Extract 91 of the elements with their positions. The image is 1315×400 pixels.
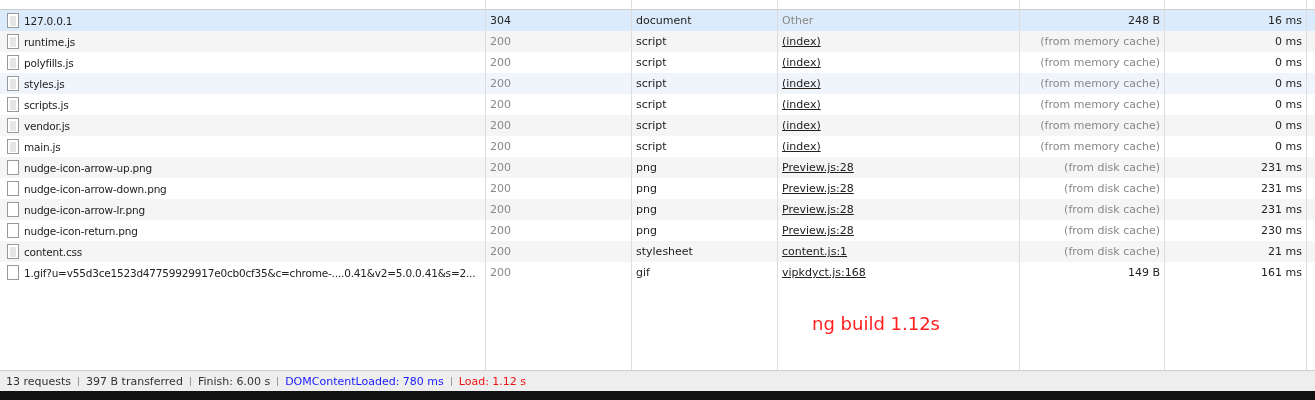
initiator-link[interactable]: (index) <box>782 35 821 48</box>
request-name: polyfills.js <box>24 56 74 69</box>
request-type: script <box>636 77 667 90</box>
request-time: 0 ms <box>1275 56 1302 69</box>
request-size: (from memory cache) <box>1040 56 1160 69</box>
request-name: content.css <box>24 245 83 258</box>
status-code: 200 <box>490 77 511 90</box>
initiator-link[interactable]: (index) <box>782 98 821 111</box>
initiator-link[interactable]: Preview.js:28 <box>782 224 854 237</box>
request-type: document <box>636 14 692 27</box>
request-type: script <box>636 35 667 48</box>
request-type: png <box>636 161 657 174</box>
request-row[interactable]: styles.js 200 script (index) (from memory cache) 0 ms <box>0 73 1315 94</box>
request-time: 0 ms <box>1275 98 1302 111</box>
status-code: 200 <box>490 224 511 237</box>
initiator-link[interactable]: Preview.js:28 <box>782 203 854 216</box>
request-time: 16 ms <box>1268 14 1302 27</box>
status-code: 200 <box>490 245 511 258</box>
request-size: (from disk cache) <box>1064 224 1160 237</box>
request-size: 149 B <box>1127 266 1160 279</box>
status-code: 200 <box>490 203 511 216</box>
request-time: 21 ms <box>1268 245 1302 258</box>
request-row[interactable]: content.css 200 stylesheet content.js:1 (from disk cache) 21 ms <box>0 241 1315 262</box>
status-text: Load: 1.12 s <box>458 374 527 388</box>
request-name: nudge-icon-arrow-lr.png <box>24 203 145 216</box>
request-row[interactable]: runtime.js 200 script (index) (from memory cache) 0 ms <box>0 31 1315 52</box>
request-time: 231 ms <box>1261 203 1302 216</box>
request-row[interactable]: 127.0.0.1 304 document Other 248 B 16 ms <box>0 10 1315 31</box>
request-name: styles.js <box>24 77 65 90</box>
status-code: 200 <box>490 119 511 132</box>
request-type: script <box>636 98 667 111</box>
request-size: (from memory cache) <box>1040 77 1160 90</box>
request-time: 231 ms <box>1261 161 1302 174</box>
request-name: runtime.js <box>24 35 76 48</box>
request-size: (from memory cache) <box>1040 119 1160 132</box>
initiator-link[interactable]: vipkdyct.js:168 <box>782 266 866 279</box>
status-code: 200 <box>490 140 511 153</box>
request-row[interactable]: vendor.js 200 script (index) (from memory cache) 0 ms <box>0 115 1315 136</box>
request-type: png <box>636 224 657 237</box>
request-time: 0 ms <box>1275 140 1302 153</box>
status-code: 304 <box>490 14 511 27</box>
initiator-text: Other <box>782 14 814 27</box>
request-time: 0 ms <box>1275 77 1302 90</box>
request-type: script <box>636 119 667 132</box>
status-text: Finish: 6.00 s <box>197 374 271 388</box>
request-row[interactable]: nudge-icon-arrow-up.png 200 png Preview.js:28 (from disk cache) 231 ms <box>0 157 1315 178</box>
initiator-link[interactable]: content.js:1 <box>782 245 848 258</box>
request-time: 0 ms <box>1275 35 1302 48</box>
status-text: 13 requests <box>6 374 72 388</box>
request-name: nudge-icon-arrow-down.png <box>24 182 167 195</box>
initiator-link[interactable]: (index) <box>782 119 821 132</box>
request-name: main.js <box>24 140 61 153</box>
request-type: script <box>636 56 667 69</box>
request-size: (from disk cache) <box>1064 182 1160 195</box>
status-code: 200 <box>490 182 511 195</box>
request-size: (from memory cache) <box>1040 140 1160 153</box>
request-time: 161 ms <box>1261 266 1302 279</box>
request-size: (from disk cache) <box>1064 203 1160 216</box>
request-name: nudge-icon-arrow-up.png <box>24 161 152 174</box>
request-time: 0 ms <box>1275 119 1302 132</box>
request-name: scripts.js <box>24 98 69 111</box>
request-size: 248 B <box>1127 14 1160 27</box>
status-text: 397 B transferred <box>86 374 183 388</box>
initiator-link[interactable]: (index) <box>782 77 821 90</box>
status-code: 200 <box>490 98 511 111</box>
status-code: 200 <box>490 161 511 174</box>
request-type: png <box>636 182 657 195</box>
request-row[interactable]: nudge-icon-arrow-lr.png 200 png Preview.js:28 (from disk cache) 231 ms <box>0 199 1315 220</box>
initiator-link[interactable]: (index) <box>782 140 821 153</box>
initiator-link[interactable]: Preview.js:28 <box>782 161 854 174</box>
request-size: (from disk cache) <box>1064 161 1160 174</box>
request-time: 230 ms <box>1261 224 1302 237</box>
request-size: (from disk cache) <box>1064 245 1160 258</box>
status-code: 200 <box>490 56 511 69</box>
request-size: (from memory cache) <box>1040 98 1160 111</box>
initiator-link[interactable]: Preview.js:28 <box>782 182 854 195</box>
request-type: png <box>636 203 657 216</box>
request-type: script <box>636 140 667 153</box>
request-type: gif <box>636 266 650 279</box>
request-size: (from memory cache) <box>1040 35 1160 48</box>
request-type: stylesheet <box>636 245 693 258</box>
annotation-text: ng build 1.12s <box>812 313 940 334</box>
request-time: 231 ms <box>1261 182 1302 195</box>
initiator-link[interactable]: (index) <box>782 56 821 69</box>
request-name: vendor.js <box>24 119 70 132</box>
request-name: nudge-icon-return.png <box>24 224 138 237</box>
status-text: DOMContentLoaded: 780 ms <box>285 374 444 388</box>
request-name: 1.gif?u=v55d3ce1523d47759929917e0cb0cf35&c=chrome-....0.41&v2=5.0.0.41&s=2... <box>24 266 476 279</box>
request-name: 127.0.0.1 <box>24 14 73 27</box>
status-code: 200 <box>490 35 511 48</box>
status-code: 200 <box>490 266 511 279</box>
